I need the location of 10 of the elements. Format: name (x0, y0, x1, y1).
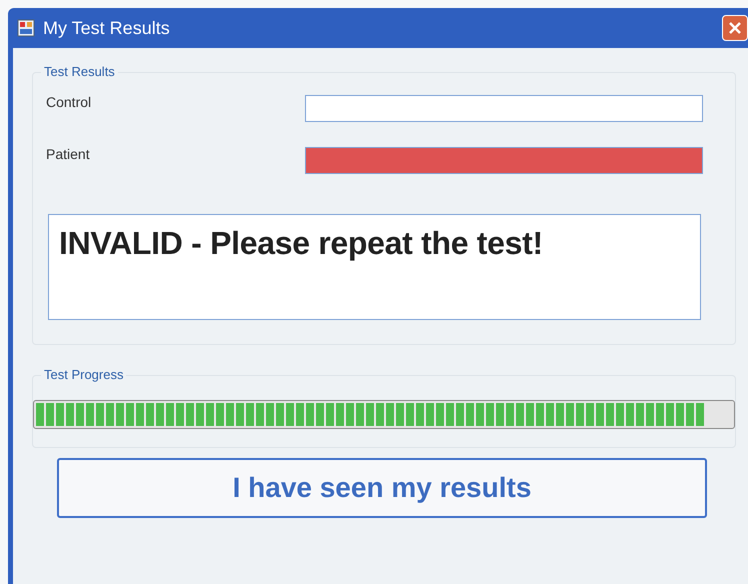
group-title: Test Results (41, 64, 118, 79)
close-icon (728, 21, 742, 35)
group-title: Test Progress (41, 367, 126, 382)
window-title: My Test Results (43, 18, 170, 38)
result-label: Control (46, 94, 92, 110)
result-label: Patient (46, 146, 90, 162)
close-button[interactable] (722, 15, 748, 41)
result-message: INVALID - Please repeat the test! (59, 225, 543, 261)
seen-results-button[interactable]: I have seen my results (57, 458, 707, 518)
app-icon (17, 19, 35, 37)
